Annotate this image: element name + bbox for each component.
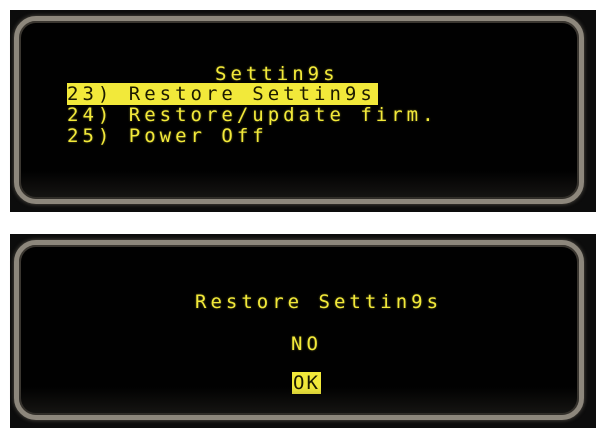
no-option[interactable]: NO	[291, 333, 322, 355]
menu-item-label: Restore/update firm.	[128, 104, 438, 126]
menu-item-number: 24)	[67, 104, 114, 126]
settings-menu-photo: Settin9s 23) Restore Settin9s 24) Restor…	[10, 10, 596, 212]
menu-item-power-off[interactable]: 25) Power Off	[67, 125, 268, 147]
dialog-title: Restore Settin9s	[195, 291, 443, 313]
bezel-glare	[19, 387, 579, 415]
lcd-bezel: Restore Settin9s NO OK	[14, 240, 584, 420]
menu-item-number: 25)	[67, 125, 114, 147]
menu-item-label: Power Off	[128, 125, 268, 147]
selected-highlight: 23) Restore Settin9s	[67, 83, 378, 105]
menu-item-label: Restore Settin9s	[128, 83, 376, 105]
screen-title: Settin9s	[215, 63, 339, 85]
restore-confirm-photo: Restore Settin9s NO OK	[10, 234, 596, 428]
menu-item-restore-settings[interactable]: 23) Restore Settin9s	[67, 83, 378, 105]
lcd-bezel: Settin9s 23) Restore Settin9s 24) Restor…	[14, 16, 584, 204]
menu-item-number: 23)	[67, 83, 114, 105]
bezel-glare	[19, 171, 579, 199]
menu-item-restore-update-firmware[interactable]: 24) Restore/update firm.	[67, 104, 438, 126]
